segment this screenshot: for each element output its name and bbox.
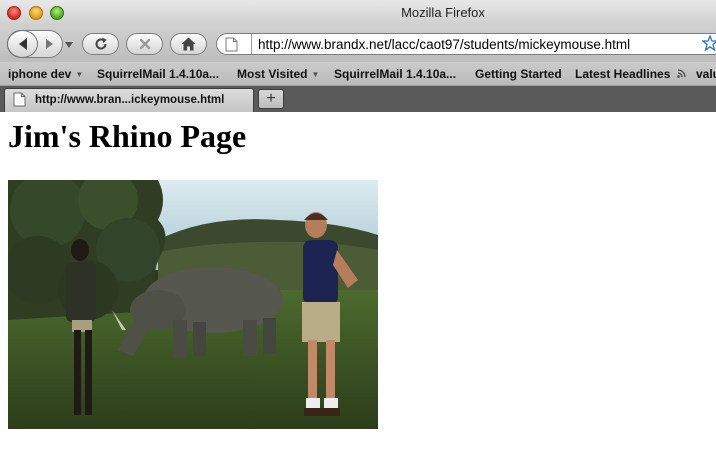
chevron-down-icon: ▼ (75, 70, 84, 79)
tab-label: http://www.bran...ickeymouse.html (35, 94, 225, 106)
bookmark-iphone-dev[interactable]: iphone dev ▼ (8, 67, 83, 81)
bookmark-getting-started[interactable]: Getting Started (475, 67, 562, 81)
home-button[interactable] (170, 33, 207, 55)
url-divider (251, 34, 252, 54)
bookmark-squirrelmail-2[interactable]: SquirrelMail 1.4.10a... (334, 67, 456, 81)
bookmark-label: Most Visited (237, 67, 308, 81)
url-bar[interactable]: http://www.brandx.net/lacc/caot97/studen… (216, 33, 716, 55)
bookmark-label: SquirrelMail 1.4.10a... (97, 67, 220, 81)
rss-icon (676, 69, 686, 78)
bookmark-label: iphone dev (8, 67, 72, 81)
page-favicon-icon (13, 92, 26, 107)
bookmarks-toolbar: iphone dev ▼ SquirrelMail 1.4.10a... Most… (0, 62, 716, 86)
history-dropdown-button[interactable] (64, 41, 73, 49)
url-text[interactable]: http://www.brandx.net/lacc/caot97/studen… (258, 37, 630, 52)
page-content: Jim's Rhino Page (0, 112, 716, 470)
chevron-down-icon: ▼ (311, 70, 320, 79)
title-bar: Mozilla Firefox (0, 0, 716, 26)
tab-strip: http://www.bran...ickeymouse.html + (0, 86, 716, 112)
bookmark-squirrelmail-1[interactable]: SquirrelMail 1.4.10a... (97, 67, 219, 81)
bookmark-valu[interactable]: valu (696, 67, 716, 81)
forward-button[interactable] (38, 34, 60, 54)
rhino-photo-illustration (8, 180, 378, 429)
bookmark-most-visited[interactable]: Most Visited ▼ (237, 67, 319, 81)
bookmark-latest-headlines[interactable]: Latest Headlines (575, 67, 686, 81)
page-favicon-icon (225, 37, 238, 52)
reload-icon (95, 37, 107, 50)
reload-button[interactable] (82, 33, 119, 55)
page-heading: Jim's Rhino Page (8, 118, 247, 154)
tab-mickeymouse[interactable]: http://www.bran...ickeymouse.html (4, 88, 254, 112)
stop-button[interactable] (126, 33, 163, 55)
forward-arrow-icon (45, 39, 53, 49)
bookmark-label: Getting Started (475, 67, 562, 81)
stop-x-icon (139, 38, 150, 50)
home-icon (181, 37, 196, 51)
navigation-toolbar: http://www.brandx.net/lacc/caot97/studen… (0, 26, 716, 62)
bookmark-star-icon[interactable] (702, 35, 716, 51)
bookmark-label: Latest Headlines (575, 67, 671, 81)
window-title: Mozilla Firefox (401, 5, 485, 20)
back-arrow-icon (18, 38, 27, 50)
new-tab-button[interactable]: + (258, 89, 284, 109)
rhino-photo (8, 180, 378, 429)
bookmark-label: valu (696, 67, 716, 81)
bookmark-label: SquirrelMail 1.4.10a... (334, 67, 457, 81)
back-button[interactable] (7, 30, 38, 58)
chevron-down-icon (64, 42, 73, 48)
